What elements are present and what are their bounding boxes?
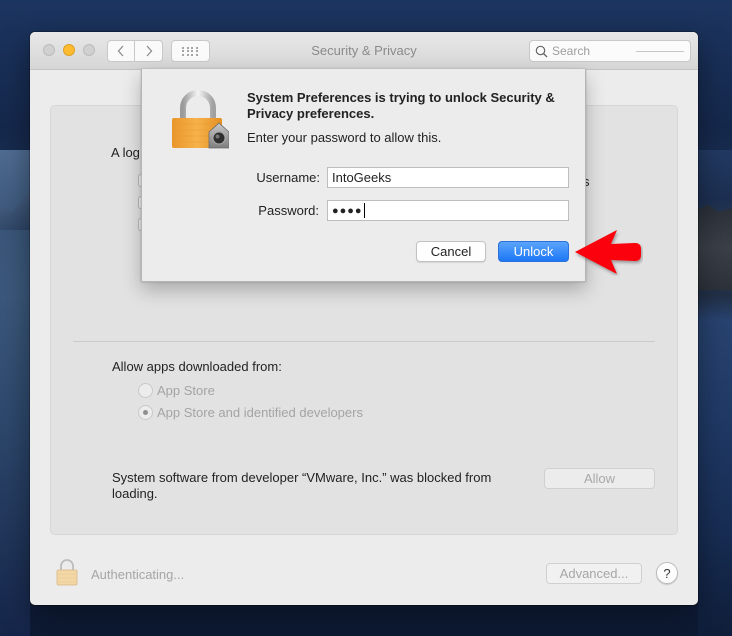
password-label: Password: [258, 203, 319, 218]
lock-icon[interactable] [55, 558, 79, 586]
username-label: Username: [256, 170, 320, 185]
dialog-subtitle: Enter your password to allow this. [247, 130, 442, 145]
text-cursor [363, 203, 365, 218]
password-field[interactable]: ●●●● [327, 200, 569, 221]
radio-app-store[interactable]: App Store [138, 383, 215, 398]
allow-apps-label: Allow apps downloaded from: [112, 359, 282, 374]
desktop-wallpaper-right [698, 150, 732, 636]
allow-button[interactable]: Allow [544, 468, 655, 489]
username-value: IntoGeeks [332, 170, 392, 185]
title-bar: Security & Privacy Search [30, 32, 698, 70]
security-lock-icon [172, 90, 229, 149]
advanced-button[interactable]: Advanced... [546, 563, 642, 584]
password-value: ●●●● [332, 204, 363, 217]
annotation-arrow-icon [575, 230, 641, 274]
authentication-dialog: System Preferences is trying to unlock S… [141, 69, 586, 282]
radio-label: App Store [157, 383, 215, 398]
section-divider [73, 341, 655, 342]
help-button[interactable]: ? [656, 562, 678, 584]
search-placeholder: Search [552, 44, 591, 58]
dialog-title: System Preferences is trying to unlock S… [247, 90, 555, 121]
radio-button-selected[interactable] [138, 405, 153, 420]
blocked-software-message: System software from developer “VMware, … [112, 470, 492, 501]
username-field[interactable]: IntoGeeks [327, 167, 569, 188]
unlock-button[interactable]: Unlock [498, 241, 569, 262]
search-field[interactable]: Search [529, 40, 691, 62]
cancel-button[interactable]: Cancel [416, 241, 486, 262]
authentication-status: Authenticating... [91, 567, 185, 582]
radio-label: App Store and identified developers [157, 405, 363, 420]
desktop-wallpaper-left [0, 150, 30, 636]
radio-app-store-identified[interactable]: App Store and identified developers [138, 405, 363, 420]
search-icon [535, 45, 548, 57]
partial-heading: A log [111, 145, 140, 160]
radio-button[interactable] [138, 383, 153, 398]
